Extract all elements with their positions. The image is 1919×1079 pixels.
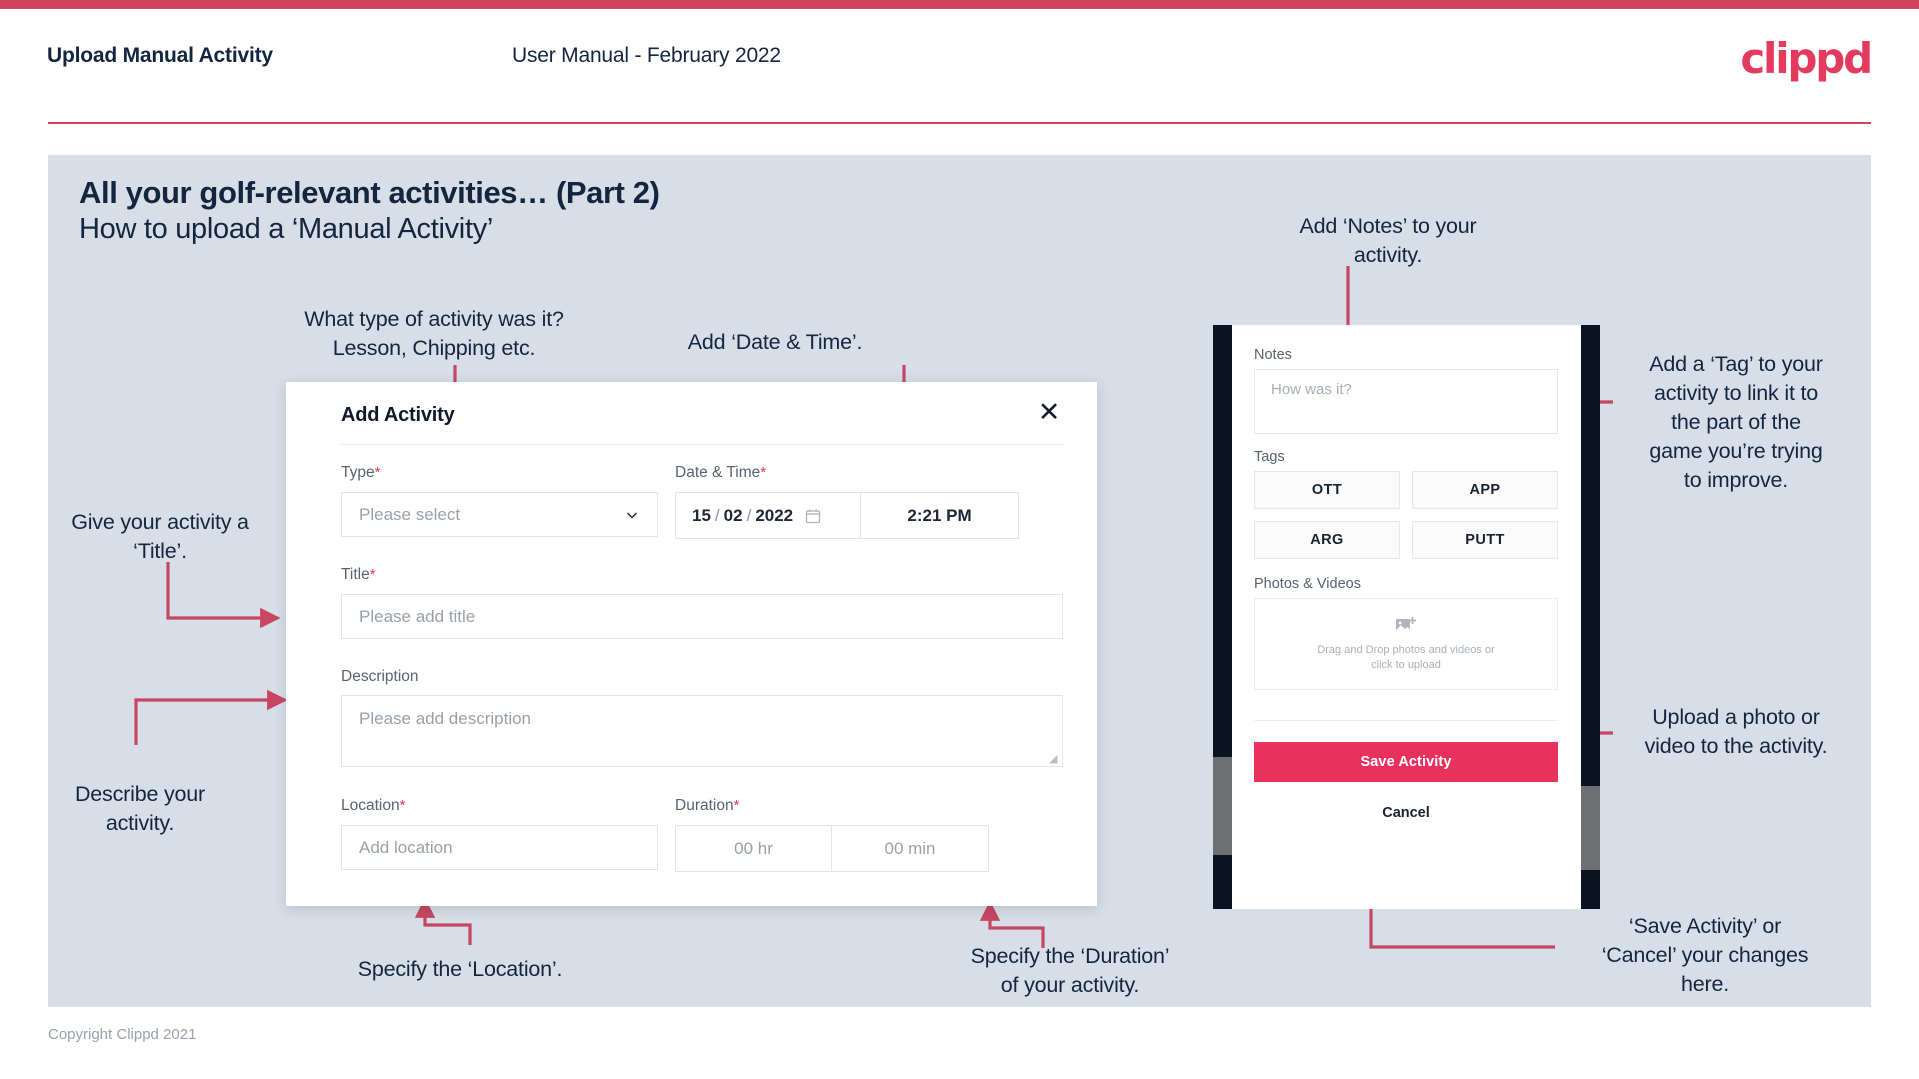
header-divider (48, 122, 1871, 124)
location-required-marker: * (399, 797, 406, 814)
title-label: Title* (341, 566, 376, 584)
title-required-marker: * (369, 566, 376, 583)
image-upload-icon (1396, 616, 1416, 632)
tag-button-ott[interactable]: OTT (1254, 471, 1400, 509)
dropzone-line-2: click to upload (1371, 658, 1441, 671)
annotation-description: Describe your activity. (74, 782, 206, 835)
duration-required-marker: * (733, 797, 740, 814)
add-activity-dialog: Add Activity ✕ Type* Please select Date … (286, 382, 1097, 906)
date-sep-1: / (714, 505, 720, 525)
duration-label-text: Duration (675, 797, 734, 814)
description-placeholder: Please add description (359, 709, 532, 728)
resize-handle-icon[interactable]: ◢ (1049, 754, 1059, 765)
slide-heading: All your golf-relevant activities… (Part… (79, 175, 660, 210)
dialog-header: Add Activity ✕ (286, 382, 1097, 444)
tag-button-app[interactable]: APP (1412, 471, 1558, 509)
annotation-tags: Add a ‘Tag’ to your activity to link it t… (1649, 352, 1823, 492)
type-required-marker: * (374, 464, 381, 481)
duration-hours-value: 00 hr (734, 838, 773, 858)
page-title: Upload Manual Activity (47, 44, 273, 67)
duration-minutes-value: 00 min (884, 838, 936, 858)
location-label: Location* (341, 797, 405, 815)
title-input[interactable]: Please add title (341, 594, 1063, 639)
notes-placeholder: How was it? (1271, 381, 1352, 398)
tag-label: PUTT (1465, 532, 1505, 548)
notes-label: Notes (1254, 347, 1292, 363)
phone-bezel-right (1581, 325, 1600, 909)
duration-hours-input[interactable]: 00 hr (676, 826, 832, 871)
annotation-type: What type of activity was it? Lesson, Chi… (304, 307, 564, 360)
location-input[interactable]: Add location (341, 825, 658, 870)
date-month: 02 (723, 505, 743, 525)
date-input[interactable]: 15 / 02 / 2022 (676, 493, 861, 538)
datetime-label: Date & Time* (675, 464, 766, 482)
annotation-location: Specify the ‘Location’. (357, 957, 563, 981)
title-input-placeholder: Please add title (359, 606, 476, 626)
dialog-header-divider (341, 444, 1063, 445)
save-activity-label: Save Activity (1360, 754, 1452, 770)
type-label: Type* (341, 464, 380, 482)
cancel-label: Cancel (1382, 805, 1430, 821)
calendar-icon[interactable] (805, 508, 821, 524)
close-icon[interactable]: ✕ (1033, 396, 1065, 428)
tag-label: OTT (1311, 482, 1343, 498)
photo-video-dropzone[interactable]: Drag and Drop photos and videos or click… (1254, 598, 1558, 690)
tag-label: ARG (1310, 532, 1344, 548)
date-year: 2022 (755, 505, 794, 525)
type-select[interactable]: Please select (341, 492, 658, 537)
location-label-text: Location (341, 797, 400, 814)
footer-copyright: Copyright Clippd 2021 (48, 1026, 197, 1043)
dropzone-line-1: Drag and Drop photos and videos or (1317, 643, 1495, 656)
annotation-title: Give your activity a ‘Title’. (71, 510, 249, 563)
save-activity-button[interactable]: Save Activity (1254, 742, 1558, 782)
document-subtitle: User Manual - February 2022 (512, 44, 781, 67)
top-accent-bar (0, 0, 1919, 9)
date-sep-2: / (746, 505, 752, 525)
notes-textarea[interactable]: How was it? (1254, 369, 1558, 434)
slide-page: Upload Manual Activity User Manual - Feb… (0, 0, 1919, 1079)
title-label-text: Title (341, 566, 370, 583)
description-label: Description (341, 668, 419, 686)
tag-button-putt[interactable]: PUTT (1412, 521, 1558, 559)
chevron-down-icon (626, 511, 638, 519)
datetime-label-text: Date & Time (675, 464, 761, 481)
cancel-button[interactable]: Cancel (1254, 795, 1558, 831)
datetime-field: 15 / 02 / 2022 2:21 PM (675, 492, 1019, 539)
clippd-logo: clippd (1740, 34, 1873, 83)
duration-label: Duration* (675, 797, 739, 815)
type-select-placeholder: Please select (359, 504, 461, 524)
phone-bezel-left (1213, 325, 1232, 909)
description-label-text: Description (341, 668, 419, 685)
tag-button-arg[interactable]: ARG (1254, 521, 1400, 559)
phone-side-button-left (1213, 757, 1232, 855)
tags-label: Tags (1254, 449, 1285, 465)
location-input-placeholder: Add location (359, 837, 453, 857)
phone-divider (1254, 720, 1558, 721)
annotation-save-cancel: ‘Save Activity’ or ‘Cancel’ your changes h… (1601, 914, 1809, 996)
dialog-title: Add Activity (341, 404, 455, 426)
phone-side-button-right (1581, 786, 1600, 870)
photos-videos-label: Photos & Videos (1254, 576, 1361, 592)
type-label-text: Type (341, 464, 375, 481)
date-day: 15 (692, 505, 711, 525)
time-value: 2:21 PM (907, 505, 972, 525)
slide-subheading: How to upload a ‘Manual Activity’ (79, 213, 494, 245)
annotation-datetime: Add ‘Date & Time’. (687, 330, 863, 354)
description-textarea[interactable]: Please add description ◢ (341, 695, 1063, 767)
phone-screen: Notes How was it? Tags OTT APP ARG PUTT … (1232, 325, 1581, 909)
datetime-required-marker: * (760, 464, 767, 481)
tag-label: APP (1469, 482, 1501, 498)
duration-field: 00 hr 00 min (675, 825, 989, 872)
duration-minutes-input[interactable]: 00 min (832, 826, 988, 871)
time-input[interactable]: 2:21 PM (861, 493, 1018, 538)
annotation-photos: Upload a photo or video to the activity. (1644, 705, 1828, 758)
annotation-notes: Add ‘Notes’ to your activity. (1299, 214, 1477, 267)
dropzone-text: Drag and Drop photos and videos or click… (1317, 643, 1494, 673)
phone-mockup: Notes How was it? Tags OTT APP ARG PUTT … (1213, 325, 1600, 909)
annotation-duration: Specify the ‘Duration’ of your activity. (970, 944, 1170, 997)
